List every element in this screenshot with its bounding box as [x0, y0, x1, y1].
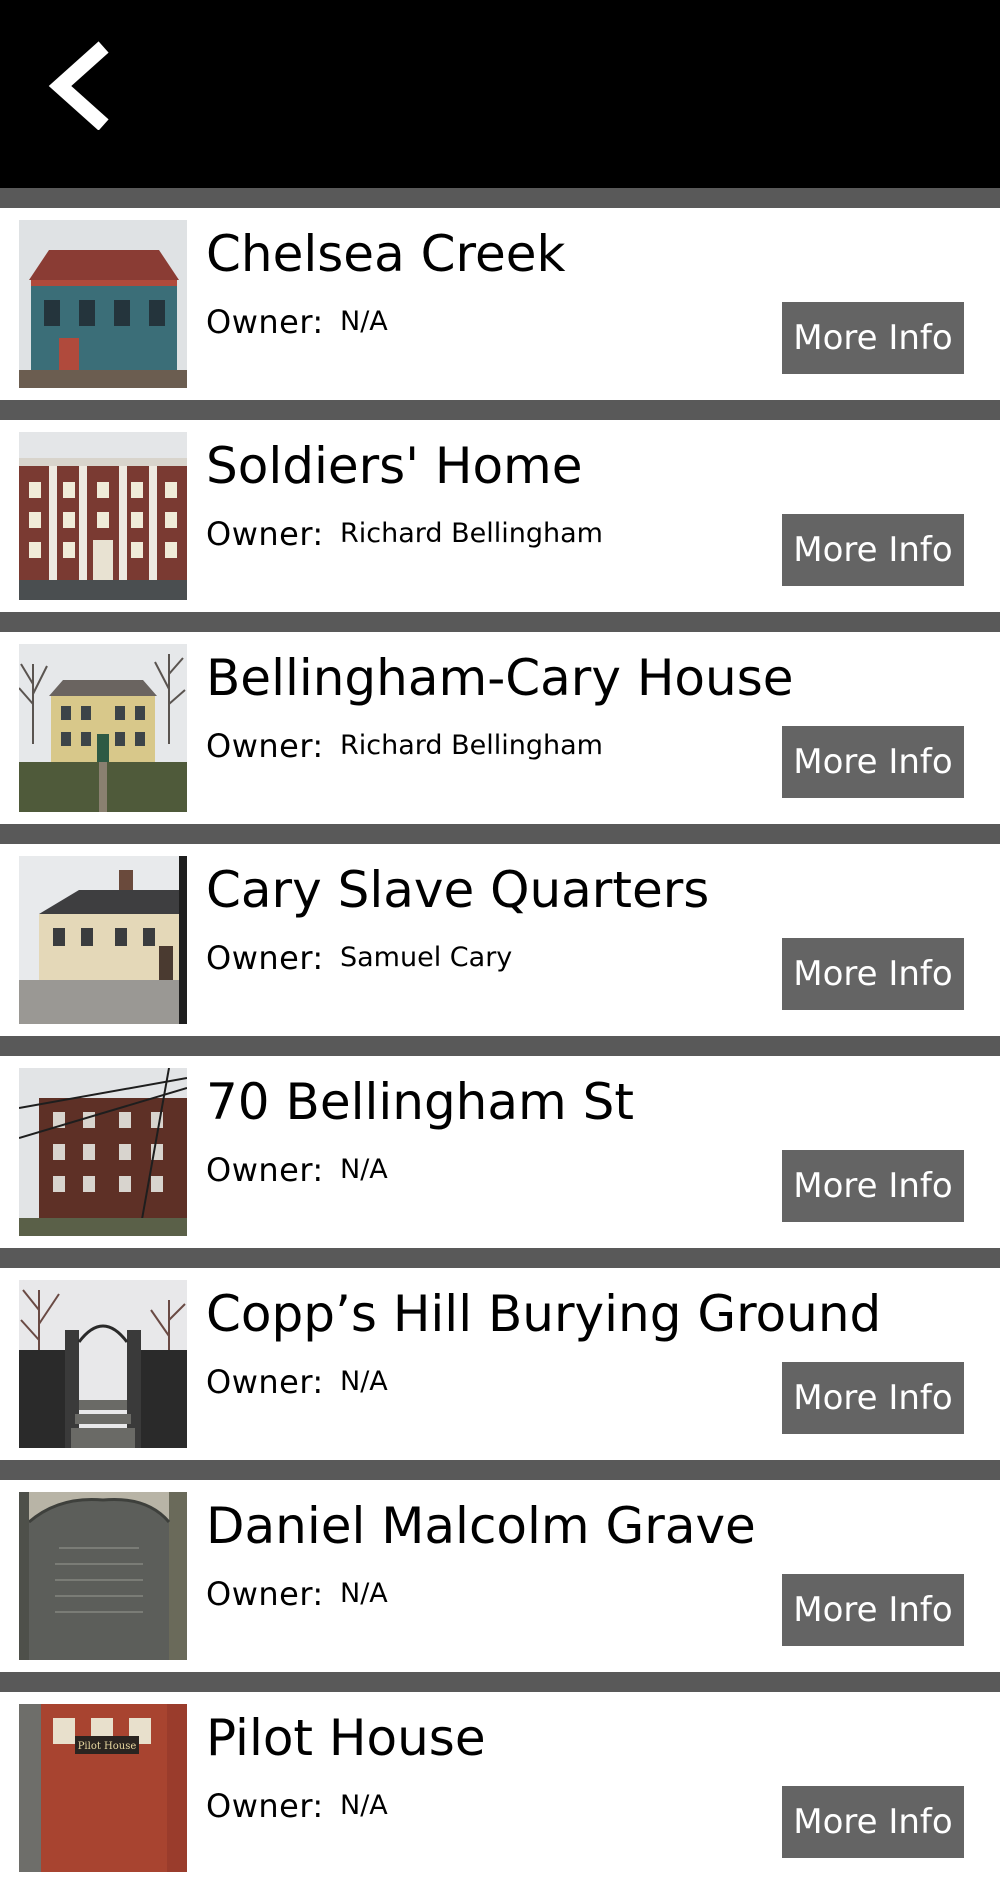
list-separator: [0, 188, 1000, 208]
list-item[interactable]: Copp’s Hill Burying Ground Owner: N/A Mo…: [0, 1268, 1000, 1460]
more-info-button[interactable]: More Info: [782, 302, 964, 374]
owner-value: Richard Bellingham: [340, 518, 603, 549]
more-info-button[interactable]: More Info: [782, 1574, 964, 1646]
site-thumbnail: [19, 432, 187, 600]
owner-value: N/A: [340, 306, 388, 337]
list-item[interactable]: Pilot House Pilot House Owner: N/A More …: [0, 1692, 1000, 1884]
site-thumbnail: [19, 220, 187, 388]
list-separator: [0, 1672, 1000, 1692]
more-info-button[interactable]: More Info: [782, 514, 964, 586]
more-info-button[interactable]: More Info: [782, 1150, 964, 1222]
more-info-button[interactable]: More Info: [782, 726, 964, 798]
list-separator: [0, 612, 1000, 632]
pilot-house-sign-text: Pilot House: [78, 1741, 137, 1752]
site-title: Chelsea Creek: [206, 225, 566, 283]
site-title: Bellingham-Cary House: [206, 649, 794, 707]
owner-value: N/A: [340, 1154, 388, 1185]
list-separator: [0, 1248, 1000, 1268]
owner-label: Owner:: [206, 1363, 324, 1401]
list-item[interactable]: Chelsea Creek Owner: N/A More Info: [0, 208, 1000, 400]
list-separator: [0, 824, 1000, 844]
list-item[interactable]: Soldiers' Home Owner: Richard Bellingham…: [0, 420, 1000, 612]
site-thumbnail: [19, 644, 187, 812]
owner-label: Owner:: [206, 1575, 324, 1613]
more-info-button[interactable]: More Info: [782, 1786, 964, 1858]
site-title: Cary Slave Quarters: [206, 861, 710, 919]
site-title: Copp’s Hill Burying Ground: [206, 1285, 882, 1343]
site-title: Soldiers' Home: [206, 437, 583, 495]
owner-label: Owner:: [206, 1787, 324, 1825]
owner-value: N/A: [340, 1578, 388, 1609]
owner-value: N/A: [340, 1790, 388, 1821]
owner-value: Richard Bellingham: [340, 730, 603, 761]
site-title: Daniel Malcolm Grave: [206, 1497, 756, 1555]
owner-value: Samuel Cary: [340, 942, 513, 973]
site-thumbnail: Pilot House: [19, 1704, 187, 1872]
site-title: 70 Bellingham St: [206, 1073, 634, 1131]
list-separator: [0, 1460, 1000, 1480]
chevron-left-icon: [48, 41, 109, 130]
site-thumbnail: [19, 1492, 187, 1660]
more-info-button[interactable]: More Info: [782, 938, 964, 1010]
site-thumbnail: [19, 1068, 187, 1236]
owner-label: Owner:: [206, 303, 324, 341]
owner-value: N/A: [340, 1366, 388, 1397]
list-separator: [0, 1036, 1000, 1056]
top-navigation-bar: [0, 0, 1000, 188]
site-list: Chelsea Creek Owner: N/A More Info Soldi…: [0, 188, 1000, 1884]
list-separator: [0, 400, 1000, 420]
site-title: Pilot House: [206, 1709, 486, 1767]
more-info-button[interactable]: More Info: [782, 1362, 964, 1434]
list-item[interactable]: 70 Bellingham St Owner: N/A More Info: [0, 1056, 1000, 1248]
owner-label: Owner:: [206, 939, 324, 977]
list-item[interactable]: Daniel Malcolm Grave Owner: N/A More Inf…: [0, 1480, 1000, 1672]
owner-label: Owner:: [206, 515, 324, 553]
site-thumbnail: [19, 1280, 187, 1448]
back-button[interactable]: [40, 40, 120, 130]
list-item[interactable]: Cary Slave Quarters Owner: Samuel Cary M…: [0, 844, 1000, 1036]
list-item[interactable]: Bellingham-Cary House Owner: Richard Bel…: [0, 632, 1000, 824]
owner-label: Owner:: [206, 1151, 324, 1189]
site-thumbnail: [19, 856, 187, 1024]
owner-label: Owner:: [206, 727, 324, 765]
